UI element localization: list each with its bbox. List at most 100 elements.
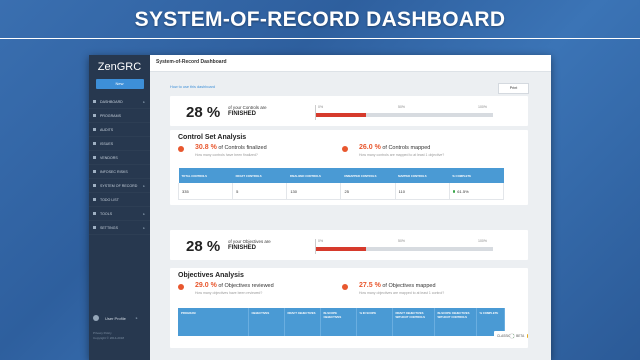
column-header[interactable]: DRAFT CONTROLS	[232, 168, 287, 183]
table-cell[interactable]: 130	[286, 183, 342, 200]
sidebar-item-label: ISSUES	[100, 141, 114, 146]
sidebar-nav: DASHBOARD ▸ PROGRAMS AUDITS ISSUES VENDORS INF…	[89, 95, 150, 235]
table-row: 335 5 130 25 110 61.5%	[177, 183, 505, 200]
sidebar-item-system-of-record[interactable]: SYSTEM OF RECORD ▸	[89, 179, 150, 193]
sidebar-item-programs[interactable]: PROGRAMS	[89, 109, 150, 123]
objectives-progress-bar: 0% 50% 100%	[315, 239, 493, 254]
how-to-use-link[interactable]: How to use this dashboard	[170, 85, 215, 89]
sidebar-item-vendors[interactable]: VENDORS	[89, 151, 150, 165]
sidebar-footer: Privacy Policy Copyright © 2014-2018	[93, 331, 124, 341]
scale-label: 100%	[478, 105, 487, 109]
column-header[interactable]: UNMAPPED CONTROLS	[340, 168, 396, 183]
sidebar-item-settings[interactable]: SETTINGS ▸	[89, 221, 150, 235]
controls-progress-bar: 0% 50% 100%	[315, 105, 493, 120]
objectives-progress-card: 28 % of your Objectives are FINISHED 0% …	[170, 230, 528, 260]
controls-percent: 28 %	[186, 104, 221, 121]
stat-subtext: How many objectives are mapped to at lea…	[359, 291, 445, 295]
sidebar-item-label: DASHBOARD	[100, 99, 123, 104]
wrench-icon	[93, 212, 96, 215]
checklist-icon	[93, 198, 96, 201]
scale-label: 0%	[318, 105, 324, 109]
progress-fill	[316, 113, 366, 117]
toggle-switch[interactable]	[510, 334, 515, 338]
column-header[interactable]: MAPPED CONTROLS	[395, 168, 450, 183]
chevron-right-icon: ▸	[143, 225, 145, 230]
grid-icon	[93, 100, 96, 103]
controls-of-text: of your Controls are	[228, 105, 267, 110]
classic-beta-toggle[interactable]: CLASSIC BETA	[494, 331, 528, 341]
sidebar-item-audits[interactable]: AUDITS	[89, 123, 150, 137]
user-profile[interactable]: User Profile ▸	[93, 315, 138, 321]
progress-track	[316, 113, 493, 117]
column-header[interactable]: OBJECTIVES	[248, 308, 285, 336]
stat-percent: 26.0 %	[359, 144, 381, 151]
column-header[interactable]: % IN SCOPE	[356, 308, 393, 336]
status-dot-icon	[342, 146, 348, 152]
toggle-left-label: CLASSIC	[497, 334, 511, 338]
column-header[interactable]: IN-SCOPE OBJECTIVES	[320, 308, 357, 336]
progress-fill	[316, 247, 366, 251]
scale-label: 0%	[318, 239, 324, 243]
sidebar-item-label: SETTINGS	[100, 225, 118, 230]
sidebar-item-tools[interactable]: TOOLS ▸	[89, 207, 150, 221]
column-header[interactable]: DRAFT OBJECTIVES WITHOUT CONTROLS	[392, 308, 435, 336]
stat-subtext: How many controls have been finalized?	[195, 153, 258, 157]
table-cell[interactable]: 5	[232, 183, 288, 200]
control-set-analysis-card: Control Set Analysis 30.8 % of Controls …	[170, 130, 528, 205]
sidebar-item-label: AUDITS	[100, 127, 114, 132]
chevron-right-icon: ▸	[143, 211, 145, 216]
page-title: System-of-Record Dashboard	[156, 59, 227, 65]
sidebar-item-issues[interactable]: ISSUES	[89, 137, 150, 151]
column-header[interactable]: IN-SCOPE OBJECTIVES WITHOUT CONTROLS	[434, 308, 477, 336]
status-dot-icon	[178, 284, 184, 290]
print-button[interactable]: Print	[498, 83, 529, 94]
sidebar-item-label: TOOLS	[100, 211, 113, 216]
controls-table: TOTAL CONTROLS DRAFT CONTROLS FINALIZED …	[177, 168, 505, 200]
help-icon[interactable]	[527, 334, 528, 338]
table-cell[interactable]: 25	[340, 183, 396, 200]
chevron-right-icon: ▸	[143, 183, 145, 188]
toggle-right-label: BETA	[516, 334, 525, 338]
avatar	[93, 315, 99, 321]
top-bar: System-of-Record Dashboard	[150, 55, 551, 72]
status-dot-icon	[178, 146, 184, 152]
app-window: ZenGRC New DASHBOARD ▸ PROGRAMS AUDITS ISSUE…	[89, 55, 551, 360]
gear-icon	[93, 226, 96, 229]
briefcase-icon	[93, 156, 96, 159]
column-header[interactable]: FINALIZED CONTROLS	[286, 168, 341, 183]
main-content: How to use this dashboard Print 28 % of …	[150, 72, 551, 360]
sidebar-item-infosec-risks[interactable]: INFOSEC RISKS	[89, 165, 150, 179]
column-header[interactable]: DRAFT OBJECTIVES	[284, 308, 321, 336]
objectives-finished-label: FINISHED	[228, 245, 257, 251]
stat-text: of Objectives reviewed	[218, 283, 274, 289]
new-button[interactable]: New	[95, 79, 144, 89]
scale-label: 50%	[398, 239, 406, 243]
shield-icon	[93, 170, 96, 173]
table-cell[interactable]: 110	[395, 183, 450, 200]
table-cell[interactable]: 335	[177, 183, 234, 200]
progress-track	[316, 247, 493, 251]
sidebar-item-label: SYSTEM OF RECORD	[100, 183, 138, 188]
sidebar-item-label: INFOSEC RISKS	[100, 169, 128, 174]
column-header[interactable]: PROGRAM	[178, 308, 249, 336]
controls-finished-label: FINISHED	[228, 111, 257, 117]
logo: ZenGRC	[97, 61, 142, 73]
clipboard-icon	[93, 128, 96, 131]
sidebar-item-label: TODO LIST	[100, 197, 119, 202]
sidebar-item-dashboard[interactable]: DASHBOARD ▸	[89, 95, 150, 109]
stat-percent: 27.5 %	[359, 282, 381, 289]
controls-progress-card: 28 % of your Controls are FINISHED 0% 50…	[170, 96, 528, 126]
stat-subtext: How many objectives have been reviewed?	[195, 291, 263, 295]
stat-percent: 30.8 %	[195, 144, 217, 151]
objectives-of-text: of your Objectives are	[228, 239, 271, 244]
slide-title: SYSTEM-OF-RECORD DASHBOARD	[134, 8, 506, 31]
stat-text: of Controls mapped	[382, 145, 431, 151]
sidebar-item-todo-list[interactable]: TODO LIST	[89, 193, 150, 207]
chevron-right-icon: ▸	[135, 316, 138, 320]
objectives-percent: 28 %	[186, 238, 221, 255]
folder-icon	[93, 114, 96, 117]
objectives-table: PROGRAM OBJECTIVES DRAFT OBJECTIVES IN-S…	[178, 308, 505, 336]
column-header[interactable]: % COMPLETE	[449, 168, 504, 183]
sidebar: ZenGRC New DASHBOARD ▸ PROGRAMS AUDITS ISSUE…	[89, 55, 150, 360]
column-header[interactable]: TOTAL CONTROLS	[178, 168, 233, 183]
